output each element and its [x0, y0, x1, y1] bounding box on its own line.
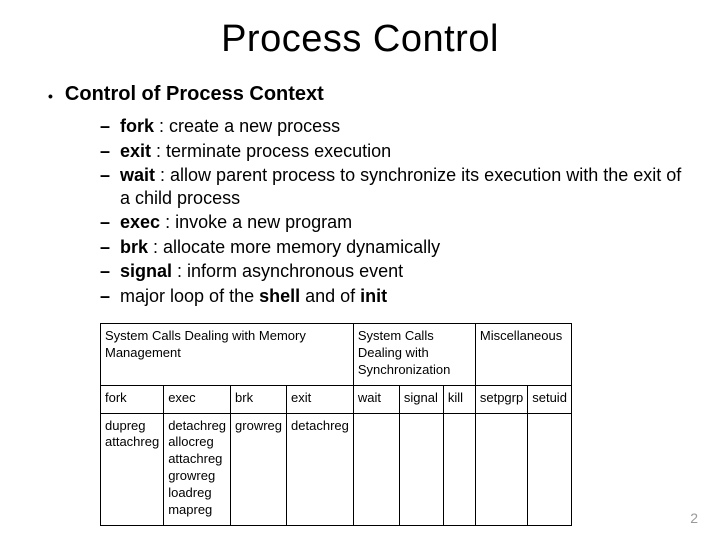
section-heading: Control of Process Context: [65, 83, 324, 106]
trailing-pre: major loop of the: [120, 286, 259, 306]
slide-title: Process Control: [36, 18, 684, 61]
item-text: fork : create a new process: [120, 115, 340, 138]
item-term: exit: [120, 141, 151, 161]
list-item: – exec : invoke a new program: [100, 211, 684, 234]
cell: [528, 413, 572, 525]
cell: signal: [399, 385, 443, 413]
cell: [353, 413, 399, 525]
dash-icon: –: [100, 115, 110, 138]
cell: [475, 413, 527, 525]
item-text: wait : allow parent process to synchroni…: [120, 164, 684, 209]
cell: wait: [353, 385, 399, 413]
table-row: dupreg attachreg detachreg allocreg atta…: [101, 413, 572, 525]
dash-icon: –: [100, 164, 110, 187]
cell: brk: [231, 385, 287, 413]
group-header-sync: System Calls Dealing with Synchronizatio…: [353, 324, 475, 386]
page-number: 2: [690, 510, 698, 526]
cell: kill: [443, 385, 475, 413]
slide: Process Control • Control of Process Con…: [0, 0, 720, 540]
table-header-row: System Calls Dealing with Memory Managem…: [101, 324, 572, 386]
item-desc: : create a new process: [154, 116, 340, 136]
item-term: wait: [120, 165, 155, 185]
dash-icon: –: [100, 260, 110, 283]
cell: setpgrp: [475, 385, 527, 413]
syscall-table: System Calls Dealing with Memory Managem…: [100, 323, 572, 526]
list-item: – fork : create a new process: [100, 115, 684, 138]
cell: fork: [101, 385, 164, 413]
item-text: exit : terminate process execution: [120, 140, 391, 163]
trailing-mid: and of: [300, 286, 360, 306]
item-text: exec : invoke a new program: [120, 211, 352, 234]
dash-icon: –: [100, 285, 110, 308]
item-desc: : allocate more memory dynamically: [148, 237, 440, 257]
cell: exec: [164, 385, 231, 413]
item-desc: : invoke a new program: [160, 212, 352, 232]
item-desc: : terminate process execution: [151, 141, 391, 161]
group-header-memory: System Calls Dealing with Memory Managem…: [101, 324, 354, 386]
cell: growreg: [231, 413, 287, 525]
table-row: fork exec brk exit wait signal kill setp…: [101, 385, 572, 413]
item-desc: : inform asynchronous event: [172, 261, 403, 281]
item-term: fork: [120, 116, 154, 136]
cell: [443, 413, 475, 525]
item-term: exec: [120, 212, 160, 232]
list-item: – exit : terminate process execution: [100, 140, 684, 163]
list-item: – signal : inform asynchronous event: [100, 260, 684, 283]
list-item: – brk : allocate more memory dynamically: [100, 236, 684, 259]
item-text: brk : allocate more memory dynamically: [120, 236, 440, 259]
item-text: signal : inform asynchronous event: [120, 260, 403, 283]
dash-icon: –: [100, 236, 110, 259]
bullet-level2-list: – fork : create a new process – exit : t…: [100, 115, 684, 307]
list-item: – major loop of the shell and of init: [100, 285, 684, 308]
trailing-bold1: shell: [259, 286, 300, 306]
syscall-table-wrap: System Calls Dealing with Memory Managem…: [100, 323, 684, 526]
bullet-dot-icon: •: [48, 83, 53, 109]
cell: setuid: [528, 385, 572, 413]
dash-icon: –: [100, 211, 110, 234]
cell: detachreg: [287, 413, 354, 525]
cell: detachreg allocreg attachreg growreg loa…: [164, 413, 231, 525]
dash-icon: –: [100, 140, 110, 163]
cell: [399, 413, 443, 525]
trailing-bold2: init: [360, 286, 387, 306]
section-bullet: • Control of Process Context: [48, 83, 684, 109]
cell: exit: [287, 385, 354, 413]
item-term: brk: [120, 237, 148, 257]
bullet-level1: • Control of Process Context: [48, 83, 684, 109]
item-term: signal: [120, 261, 172, 281]
list-item: – wait : allow parent process to synchro…: [100, 164, 684, 209]
group-header-misc: Miscellaneous: [475, 324, 571, 386]
item-desc: : allow parent process to synchronize it…: [120, 165, 681, 208]
item-text: major loop of the shell and of init: [120, 285, 387, 308]
cell: dupreg attachreg: [101, 413, 164, 525]
